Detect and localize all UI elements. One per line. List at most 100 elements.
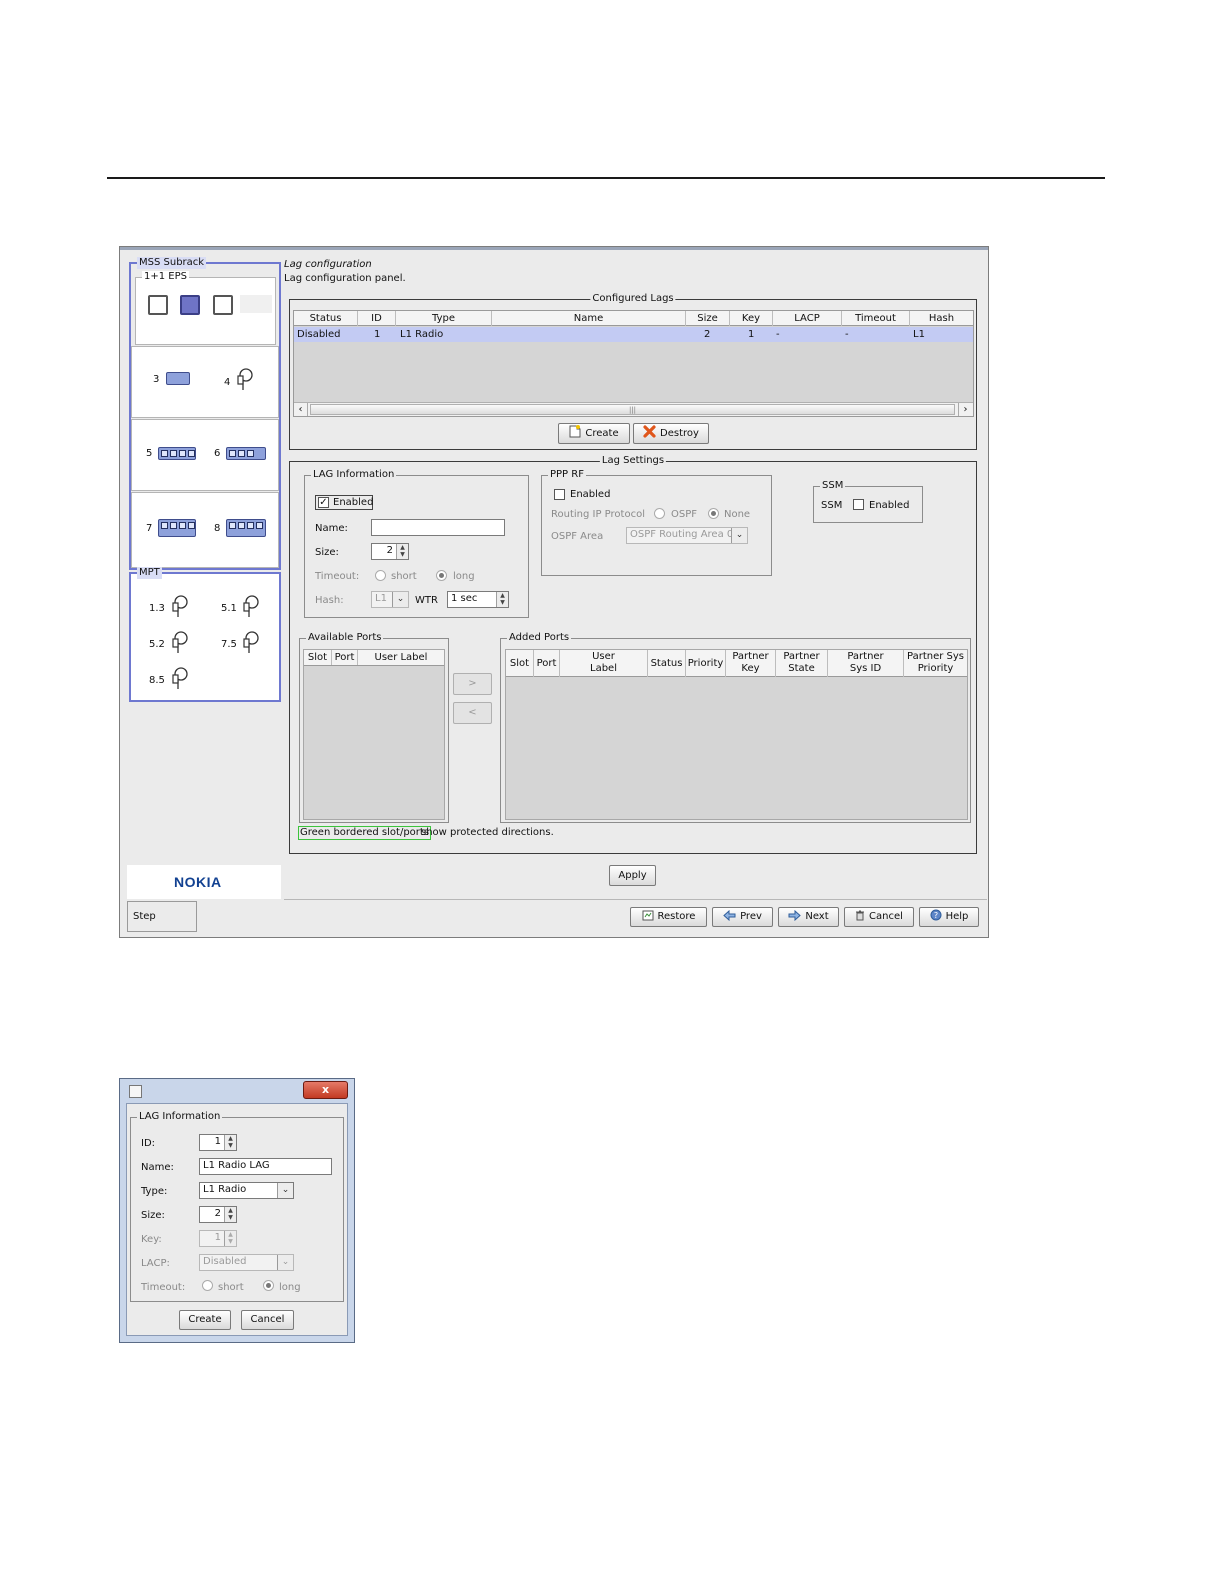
slot-5-card-icon[interactable] — [158, 447, 196, 460]
prev-button[interactable]: Prev — [712, 907, 773, 927]
arrow-right-icon — [788, 909, 802, 928]
lag-size-spinner[interactable]: 2 ▲ ▼ — [371, 543, 409, 560]
dialog-key-spinner[interactable]: 1 ▲ ▼ — [199, 1230, 237, 1247]
create-lag-button[interactable]: Create — [558, 423, 630, 444]
dialog-lacp-combo[interactable]: Disabled ⌄ — [199, 1254, 294, 1271]
wtr-spinner[interactable]: 1 sec ▲ ▼ — [447, 591, 509, 608]
added-col-user-label[interactable]: User Label — [560, 650, 648, 677]
ssm-group: SSM SSM Enabled — [813, 480, 923, 523]
eps-port-1-icon[interactable] — [148, 295, 168, 315]
mpt-5-2-icon[interactable] — [169, 630, 189, 654]
row-key: 1 — [748, 329, 755, 340]
lacp-dropdown-icon[interactable]: ⌄ — [277, 1255, 293, 1270]
scroll-right-icon[interactable]: › — [958, 403, 972, 416]
move-left-button[interactable]: < — [453, 702, 492, 724]
dialog-size-spinner[interactable]: 2 ▲ ▼ — [199, 1206, 237, 1223]
slot-3-card-icon[interactable] — [166, 372, 190, 385]
added-ports-list[interactable]: Slot Port User Label Status Priority Par… — [505, 649, 968, 820]
step-label: Step — [133, 911, 156, 922]
dialog-id-spinner[interactable]: 1 ▲ ▼ — [199, 1134, 237, 1151]
mpt-8-5-icon[interactable] — [169, 666, 189, 690]
eps-port-3-icon[interactable] — [213, 295, 233, 315]
available-ports-list[interactable]: Slot Port User Label — [303, 649, 445, 820]
slot-4-mpt-icon[interactable] — [234, 367, 254, 391]
move-right-button[interactable]: > — [453, 673, 492, 695]
help-label: Help — [945, 911, 969, 922]
apply-button[interactable]: Apply — [609, 865, 656, 886]
col-hash[interactable]: Hash — [910, 311, 973, 326]
size-spin-arrows-icon[interactable]: ▲ ▼ — [396, 544, 408, 559]
hash-dropdown-icon[interactable]: ⌄ — [392, 592, 408, 607]
cancel-button[interactable]: Cancel — [844, 907, 914, 927]
lag-size-value: 2 — [386, 545, 393, 556]
row-status: Disabled — [297, 329, 341, 340]
new-document-icon — [569, 425, 581, 445]
none-label: None — [724, 509, 751, 520]
mpt-1-3-label: 1.3 — [149, 603, 165, 614]
timeout-long-radio[interactable] — [436, 570, 447, 581]
dialog-type-combo[interactable]: L1 Radio ⌄ — [199, 1182, 294, 1199]
hash-combo[interactable]: L1 ⌄ — [371, 591, 409, 608]
lag-enabled-field[interactable]: ✓ Enabled — [315, 495, 373, 510]
slot-7-card-icon[interactable] — [158, 519, 196, 537]
avail-col-user-label[interactable]: User Label — [358, 650, 444, 665]
dialog-timeout-long-radio[interactable] — [263, 1280, 274, 1291]
table-row[interactable]: Disabled 1 L1 Radio 2 1 - - L1 — [294, 327, 973, 342]
scroll-left-icon[interactable]: ‹ — [294, 403, 308, 416]
slot-6-card-icon[interactable] — [226, 447, 266, 460]
row-lacp: - — [776, 329, 780, 340]
dialog-name-input[interactable]: L1 Radio LAG — [199, 1158, 332, 1175]
added-col-partner-sys-id[interactable]: Partner Sys ID — [828, 650, 904, 677]
slot-8-card-icon[interactable] — [226, 519, 266, 537]
type-dropdown-icon[interactable]: ⌄ — [277, 1183, 293, 1198]
lag-name-input[interactable] — [371, 519, 505, 536]
col-size[interactable]: Size — [686, 311, 730, 326]
avail-col-slot[interactable]: Slot — [304, 650, 332, 665]
col-name[interactable]: Name — [492, 311, 686, 326]
scroll-thumb[interactable]: ||| — [310, 404, 955, 415]
added-col-partner-key[interactable]: Partner Key — [726, 650, 776, 677]
col-id[interactable]: ID — [358, 311, 396, 326]
added-col-partner-sys-priority[interactable]: Partner Sys Priority — [904, 650, 967, 677]
dialog-create-button[interactable]: Create — [179, 1310, 231, 1330]
added-col-slot[interactable]: Slot — [506, 650, 534, 677]
avail-col-port[interactable]: Port — [332, 650, 358, 665]
col-lacp[interactable]: LACP — [773, 311, 842, 326]
wtr-spin-arrows-icon[interactable]: ▲ ▼ — [496, 592, 508, 607]
destroy-lag-button[interactable]: Destroy — [633, 423, 709, 444]
dialog-size-spin-arrows-icon[interactable]: ▲ ▼ — [224, 1207, 236, 1222]
mpt-7-5-icon[interactable] — [240, 630, 260, 654]
lags-table-header: Status ID Type Name Size Key LACP Timeou… — [294, 311, 973, 326]
horizontal-scrollbar[interactable]: ‹ ||| › — [294, 402, 973, 416]
lag-enabled-checkbox[interactable]: ✓ — [318, 497, 329, 508]
ospf-area-dropdown-icon[interactable]: ⌄ — [731, 528, 747, 543]
col-key[interactable]: Key — [730, 311, 773, 326]
ppp-enabled-checkbox[interactable] — [554, 489, 565, 500]
mpt-1-3-icon[interactable] — [169, 594, 189, 618]
col-timeout[interactable]: Timeout — [842, 311, 910, 326]
dialog-timeout-short-radio[interactable] — [202, 1280, 213, 1291]
added-col-port[interactable]: Port — [534, 650, 560, 677]
ospf-radio[interactable] — [654, 508, 665, 519]
dialog-key-value: 1 — [214, 1232, 221, 1243]
none-radio[interactable] — [708, 508, 719, 519]
added-col-partner-state[interactable]: Partner State — [776, 650, 828, 677]
restore-button[interactable]: Restore — [630, 907, 707, 927]
dialog-cancel-button[interactable]: Cancel — [241, 1310, 294, 1330]
ssm-enabled-checkbox[interactable] — [853, 499, 864, 510]
dialog-key-label: Key: — [141, 1234, 162, 1245]
help-button[interactable]: ? Help — [919, 907, 979, 927]
key-spin-arrows-icon[interactable]: ▲ ▼ — [224, 1231, 236, 1246]
eps-port-2-icon[interactable] — [180, 295, 200, 315]
added-col-status[interactable]: Status — [648, 650, 686, 677]
mpt-5-1-icon[interactable] — [240, 594, 260, 618]
dialog-close-button[interactable]: x — [303, 1081, 348, 1099]
added-col-priority[interactable]: Priority — [686, 650, 726, 677]
mpt-8-5-label: 8.5 — [149, 675, 165, 686]
ospf-area-combo[interactable]: OSPF Routing Area 0 ⌄ — [626, 527, 748, 544]
col-status[interactable]: Status — [294, 311, 358, 326]
timeout-short-radio[interactable] — [375, 570, 386, 581]
id-spin-arrows-icon[interactable]: ▲ ▼ — [224, 1135, 236, 1150]
next-button[interactable]: Next — [778, 907, 839, 927]
col-type[interactable]: Type — [396, 311, 492, 326]
